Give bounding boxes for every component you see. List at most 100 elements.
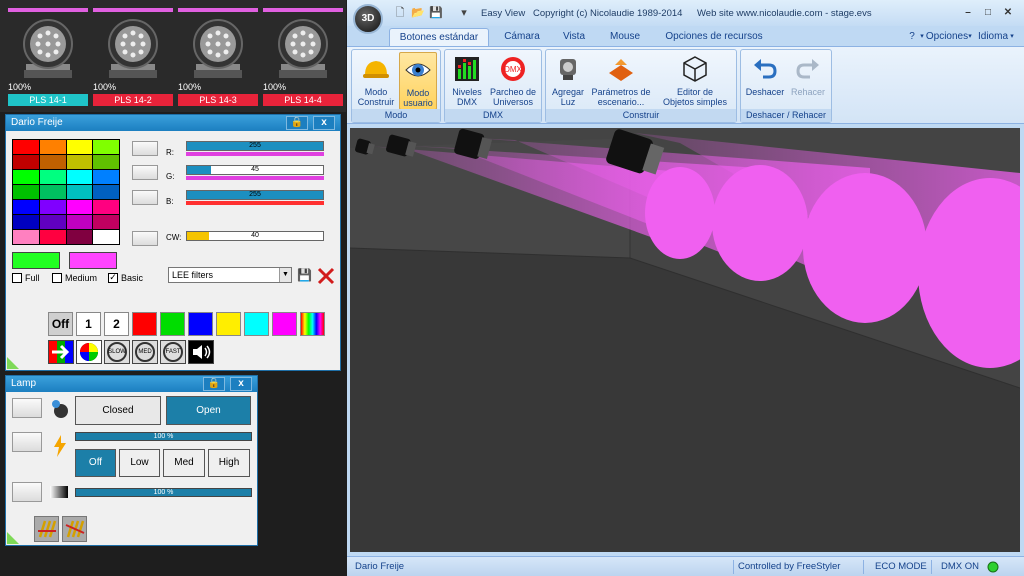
quick-1-button[interactable]: 1 bbox=[76, 312, 101, 336]
off-button[interactable]: Off bbox=[75, 449, 116, 477]
strobe-arrow-icon[interactable] bbox=[48, 340, 74, 364]
med-icon[interactable]: MED bbox=[132, 340, 158, 364]
tab-camara[interactable]: Cámara bbox=[497, 28, 547, 46]
save-icon[interactable]: 💾 bbox=[297, 267, 312, 283]
quick-off-button[interactable]: Off bbox=[48, 312, 73, 336]
checkbox-box[interactable]: ✓ bbox=[108, 273, 118, 283]
options-chevron-icon[interactable]: ▾ bbox=[967, 28, 973, 46]
channel-b-button[interactable] bbox=[132, 190, 158, 205]
fixture-tile[interactable]: 100% PLS 14-3 bbox=[178, 8, 258, 108]
shutter-bar[interactable]: 100 % bbox=[75, 488, 252, 497]
quick-magenta-button[interactable] bbox=[272, 312, 297, 336]
tab-vista[interactable]: Vista bbox=[553, 28, 595, 46]
sound-icon[interactable] bbox=[188, 340, 214, 364]
color-swatch[interactable] bbox=[39, 230, 66, 244]
closed-button[interactable]: Closed bbox=[75, 396, 161, 425]
rehacer-button[interactable]: Rehacer bbox=[787, 52, 829, 110]
quick-yellow-button[interactable] bbox=[216, 312, 241, 336]
fixture-tile[interactable]: 100% PLS 14-2 bbox=[93, 8, 173, 108]
color-swatch[interactable] bbox=[13, 140, 39, 154]
agregar-luz-button[interactable]: Agregar Luz bbox=[549, 52, 587, 110]
tab-botones-estandar[interactable]: Botones estándar bbox=[389, 28, 489, 46]
color-swatch[interactable] bbox=[93, 215, 119, 229]
color-swatch[interactable] bbox=[93, 200, 119, 214]
close-window-icon[interactable]: ✕ bbox=[999, 6, 1017, 20]
checkbox-box[interactable] bbox=[52, 273, 62, 283]
chevron-down-icon[interactable]: ▼ bbox=[279, 268, 291, 282]
color-swatch[interactable] bbox=[39, 185, 66, 199]
low-button[interactable]: Low bbox=[119, 449, 160, 477]
checkbox-medium[interactable]: Medium bbox=[52, 273, 97, 283]
fixture-tile[interactable]: 100% PLS 14-4 bbox=[263, 8, 343, 108]
color-swatch[interactable] bbox=[13, 155, 39, 169]
color-swatch[interactable] bbox=[13, 215, 39, 229]
channel-g-slider[interactable]: 45 bbox=[186, 165, 324, 175]
strobe-random-icon[interactable] bbox=[62, 516, 87, 542]
color-swatch[interactable] bbox=[39, 215, 66, 229]
quick-access-chevron-icon[interactable]: ▾ bbox=[457, 6, 471, 20]
minimize-icon[interactable]: – bbox=[959, 6, 977, 20]
channel-r-button[interactable] bbox=[132, 141, 158, 156]
color-swatch[interactable] bbox=[93, 230, 119, 244]
language-chevron-icon[interactable]: ▾ bbox=[1009, 28, 1015, 46]
color-swatch[interactable] bbox=[13, 200, 39, 214]
lock-icon[interactable]: 🔒 bbox=[203, 377, 225, 391]
status-eco-mode[interactable]: ECO MODE bbox=[875, 561, 927, 572]
quick-green-button[interactable] bbox=[160, 312, 185, 336]
app-logo[interactable]: 3D bbox=[353, 4, 383, 34]
color-swatch[interactable] bbox=[66, 215, 93, 229]
modo-usuario-button[interactable]: Modo usuario bbox=[399, 52, 437, 110]
save-icon[interactable]: 💾 bbox=[429, 6, 443, 20]
high-button[interactable]: High bbox=[208, 449, 250, 477]
fixture-tile[interactable]: 100% PLS 14-1 bbox=[8, 8, 88, 108]
maximize-icon[interactable]: □ bbox=[979, 6, 997, 20]
open-folder-icon[interactable]: 📂 bbox=[411, 6, 425, 20]
checkbox-basic[interactable]: ✓ Basic bbox=[108, 273, 143, 283]
checkbox-full[interactable]: Full bbox=[12, 273, 40, 283]
tab-opciones-de-recursos[interactable]: Opciones de recursos bbox=[659, 28, 769, 46]
color-swatch[interactable] bbox=[66, 155, 93, 169]
dimmer-button[interactable] bbox=[12, 432, 42, 452]
open-button[interactable]: Open bbox=[166, 396, 251, 425]
color-swatch[interactable] bbox=[66, 230, 93, 244]
color-swatch[interactable] bbox=[66, 200, 93, 214]
niveles-dmx-button[interactable]: Niveles DMX bbox=[449, 52, 485, 110]
close-icon[interactable]: x bbox=[313, 116, 335, 130]
color-swatch[interactable] bbox=[39, 200, 66, 214]
channel-cw-slider[interactable]: 40 bbox=[186, 231, 324, 241]
color-swatch[interactable] bbox=[13, 230, 39, 244]
new-file-icon[interactable]: 🗋 bbox=[393, 6, 407, 20]
editor-objetos-button[interactable]: Editor de Objetos simples bbox=[656, 52, 734, 110]
shutter-level-button[interactable] bbox=[12, 482, 42, 502]
help-icon[interactable]: ? bbox=[905, 28, 919, 46]
tab-mouse[interactable]: Mouse bbox=[603, 28, 647, 46]
color-swatch[interactable] bbox=[66, 170, 93, 184]
med-button[interactable]: Med bbox=[163, 449, 205, 477]
channel-cw-button[interactable] bbox=[132, 231, 158, 246]
delete-icon[interactable] bbox=[317, 267, 335, 285]
resize-corner-icon[interactable] bbox=[7, 357, 19, 369]
color-swatch[interactable] bbox=[39, 140, 66, 154]
current-color-swatch[interactable] bbox=[12, 252, 60, 269]
color-swatch[interactable] bbox=[93, 185, 119, 199]
quick-cyan-button[interactable] bbox=[244, 312, 269, 336]
fast-icon[interactable]: FAST bbox=[160, 340, 186, 364]
color-swatch[interactable] bbox=[66, 185, 93, 199]
color-swatch[interactable] bbox=[39, 155, 66, 169]
quick-rainbow-button[interactable] bbox=[300, 312, 325, 336]
options-menu[interactable]: Opciones bbox=[925, 28, 969, 46]
color-swatch[interactable] bbox=[66, 140, 93, 154]
shutter-button[interactable] bbox=[12, 398, 42, 418]
color-swatch[interactable] bbox=[93, 155, 119, 169]
color-swatch[interactable] bbox=[13, 170, 39, 184]
parametros-escenario-button[interactable]: Parámetros de escenario... bbox=[588, 52, 654, 110]
color-swatch[interactable] bbox=[93, 170, 119, 184]
checkbox-box[interactable] bbox=[12, 273, 22, 283]
quick-red-button[interactable] bbox=[132, 312, 157, 336]
quick-2-button[interactable]: 2 bbox=[104, 312, 129, 336]
color-wheel-icon[interactable] bbox=[76, 340, 102, 364]
deshacer-button[interactable]: Deshacer bbox=[743, 52, 787, 110]
modo-construir-button[interactable]: Modo Construir bbox=[355, 52, 397, 110]
channel-g-button[interactable] bbox=[132, 165, 158, 180]
color-swatch[interactable] bbox=[93, 140, 119, 154]
